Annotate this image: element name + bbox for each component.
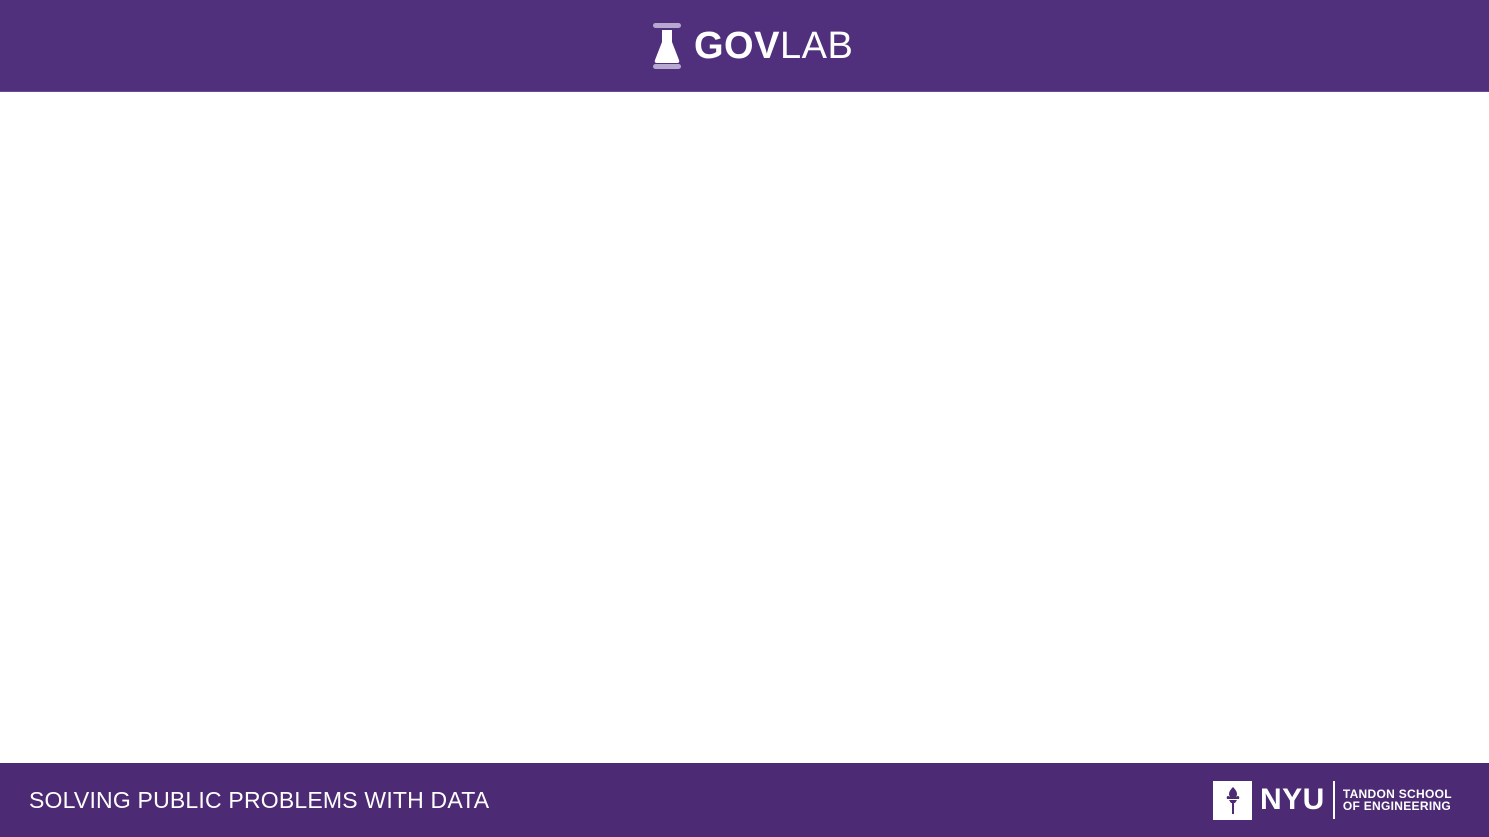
govlab-wordmark: GOVLAB — [694, 22, 853, 70]
header-bar: GOVLAB — [0, 0, 1489, 92]
nyu-tandon-logo: NYU TANDON SCHOOL OF ENGINEERING — [1213, 780, 1452, 820]
govlab-logo: GOVLAB — [652, 22, 853, 70]
logo-divider — [1332, 781, 1335, 819]
footer-bar: SOLVING PUBLIC PROBLEMS WITH DATA NYU TA… — [0, 763, 1489, 837]
slide-content-area — [0, 92, 1489, 763]
footer-tagline: SOLVING PUBLIC PROBLEMS WITH DATA — [29, 787, 490, 813]
school-name-line2: OF ENGINEERING — [1342, 799, 1452, 813]
nyu-name: NYU — [1260, 783, 1325, 816]
slide-page: GOVLAB SOLVING PUBLIC PROBLEMS WITH DATA… — [0, 0, 1489, 837]
flask-icon — [653, 23, 681, 69]
torch-logo-box — [1213, 780, 1252, 820]
school-name: TANDON SCHOOL OF ENGINEERING — [1343, 788, 1452, 812]
brand-light-text: LAB — [779, 25, 854, 67]
brand-bold-text: GOV — [694, 25, 780, 67]
torch-icon — [1226, 787, 1239, 814]
